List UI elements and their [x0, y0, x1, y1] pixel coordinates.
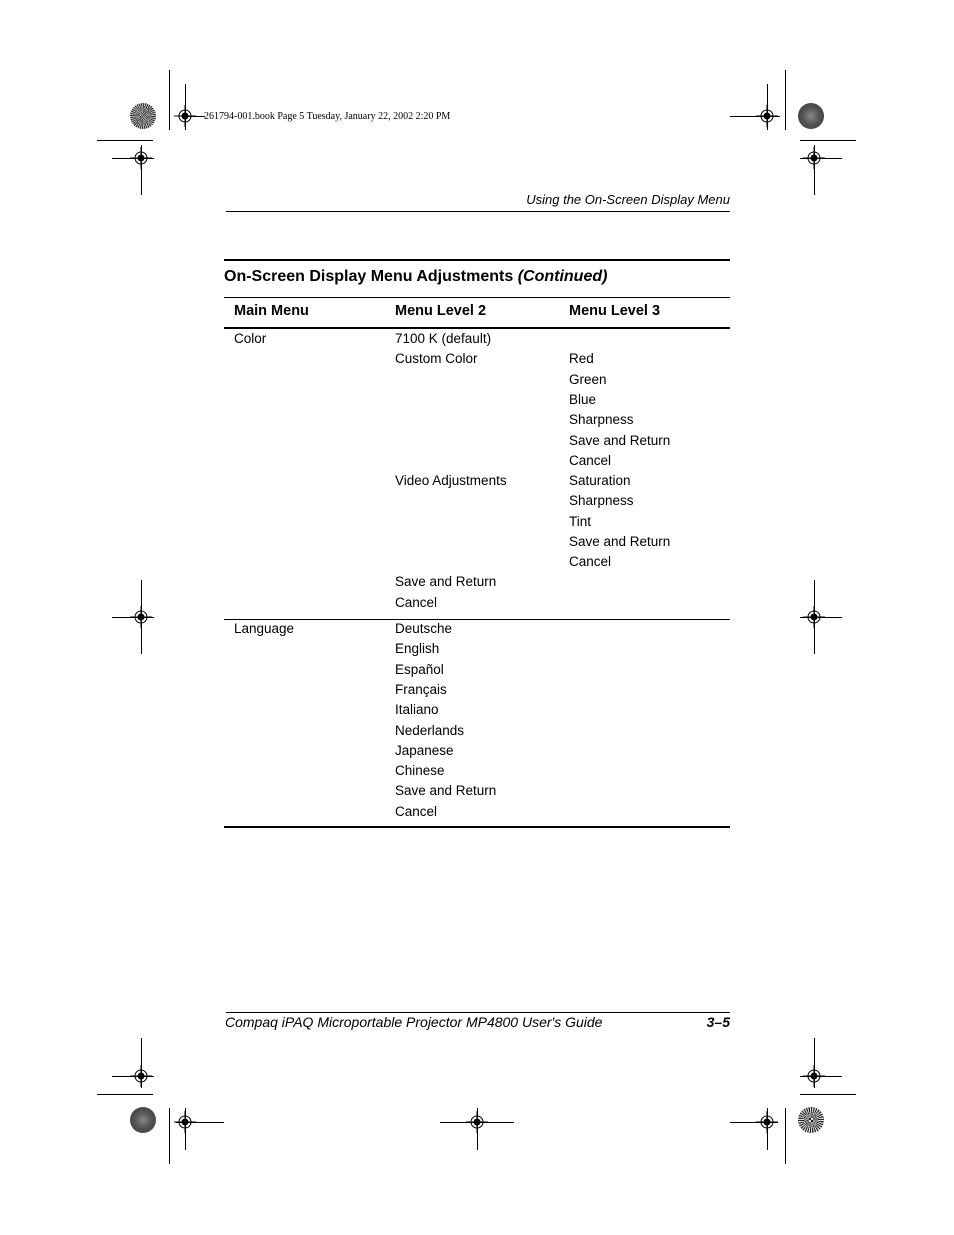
level2-item: Italiano: [395, 702, 439, 717]
color-disc-icon: [798, 1107, 824, 1133]
level2-item: Japanese: [395, 743, 454, 758]
level3-item: Saturation: [569, 473, 631, 488]
crop-mark: [97, 1094, 153, 1095]
column-header-main-menu: Main Menu: [234, 303, 309, 319]
level2-item: Custom Color: [395, 351, 478, 366]
crop-mark: [477, 1108, 478, 1150]
main-menu-color: Color: [234, 331, 267, 346]
table-title: On-Screen Display Menu Adjustments (Cont…: [224, 268, 607, 286]
color-disc-icon: [798, 103, 824, 129]
level3-item: Green: [569, 372, 607, 387]
crop-mark: [112, 617, 154, 618]
crop-mark: [141, 145, 142, 195]
crop-mark: [814, 1038, 815, 1088]
crop-mark: [767, 84, 768, 130]
level3-item: Red: [569, 351, 594, 366]
crop-mark: [185, 116, 205, 117]
level2-item: Deutsche: [395, 621, 453, 636]
column-header-menu-level-2: Menu Level 2: [395, 303, 487, 319]
crop-mark: [800, 1076, 842, 1077]
level2-item: Français: [395, 682, 447, 697]
crop-mark: [185, 1108, 186, 1150]
level2-item: 7100 K (default): [395, 331, 492, 346]
crop-mark: [814, 145, 815, 195]
level3-item: Tint: [569, 514, 592, 529]
level3-item: Save and Return: [569, 534, 671, 549]
table-title-suffix: (Continued): [517, 268, 608, 285]
running-head: Using the On-Screen Display Menu: [526, 192, 730, 207]
level2-item: English: [395, 641, 440, 656]
crop-mark: [814, 580, 815, 654]
color-disc-icon: [130, 103, 156, 129]
crop-mark: [785, 1108, 786, 1164]
crop-mark: [785, 70, 786, 130]
crop-mark: [112, 1076, 154, 1077]
level2-item: Save and Return: [395, 574, 497, 589]
crop-mark: [800, 1094, 856, 1095]
column-header-menu-level-3: Menu Level 3: [569, 303, 661, 319]
crop-mark: [730, 116, 780, 117]
crop-mark: [176, 1122, 224, 1123]
level3-item: Cancel: [569, 453, 612, 468]
crop-mark: [141, 1038, 142, 1088]
group-divider: [224, 619, 730, 620]
footer-rule: [226, 1012, 730, 1013]
crop-mark: [800, 617, 842, 618]
level2-item: Nederlands: [395, 723, 465, 738]
table-bottom-rule: [224, 826, 730, 828]
level3-item: Save and Return: [569, 433, 671, 448]
print-slug: 261794-001.book Page 5 Tuesday, January …: [204, 111, 451, 122]
level3-item: Blue: [569, 392, 597, 407]
table-title-text: On-Screen Display Menu Adjustments: [224, 268, 514, 285]
crop-mark: [112, 158, 154, 159]
table-top-rule: [224, 259, 730, 261]
crop-mark: [169, 1108, 170, 1164]
footer-title: Compaq iPAQ Microportable Projector MP48…: [225, 1014, 603, 1030]
crop-mark: [800, 140, 856, 141]
column-header-rule: [224, 327, 730, 329]
level2-item: Cancel: [395, 595, 438, 610]
crop-mark: [800, 158, 842, 159]
crop-mark: [141, 580, 142, 654]
level2-item: Save and Return: [395, 783, 497, 798]
level3-item: Sharpness: [569, 493, 634, 508]
level3-item: Sharpness: [569, 412, 634, 427]
crop-mark: [730, 1122, 778, 1123]
level2-item: Español: [395, 662, 444, 677]
level2-item: Chinese: [395, 763, 445, 778]
main-menu-language: Language: [234, 621, 295, 636]
page-number: 3–5: [706, 1014, 730, 1030]
crop-mark: [97, 140, 153, 141]
crop-mark: [169, 70, 170, 130]
level3-item: Cancel: [569, 554, 612, 569]
crop-mark: [185, 84, 186, 130]
crop-mark: [767, 1108, 768, 1150]
header-rule: [226, 211, 730, 212]
title-rule: [224, 297, 730, 298]
level2-item: Cancel: [395, 804, 438, 819]
level2-item: Video Adjustments: [395, 473, 507, 488]
color-disc-icon: [130, 1107, 156, 1133]
